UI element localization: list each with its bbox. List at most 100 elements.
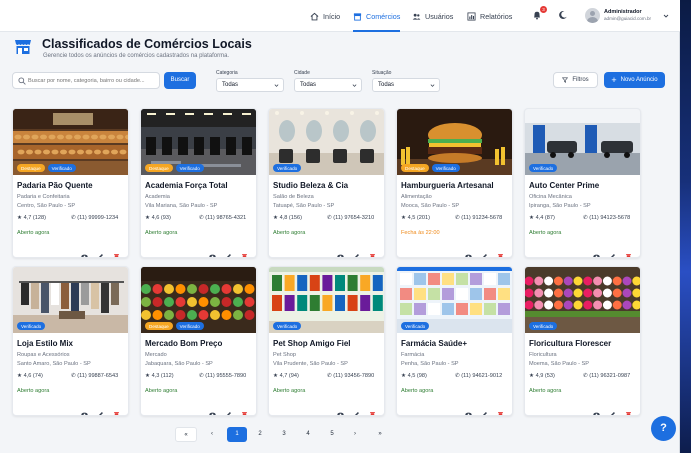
- listing-actions: [465, 247, 504, 257]
- edit-icon[interactable]: [353, 247, 360, 257]
- edit-icon[interactable]: [97, 405, 104, 415]
- trash-icon[interactable]: [369, 405, 376, 415]
- listing-card[interactable]: Verificado Farmácia Saúde+ Farmácia Penha, …: [396, 266, 513, 416]
- status-label: Situação: [372, 70, 392, 76]
- view-icon[interactable]: [81, 247, 88, 257]
- trash-icon[interactable]: [625, 405, 632, 415]
- pagination-page-2[interactable]: 2: [251, 427, 269, 442]
- view-icon[interactable]: [209, 405, 216, 415]
- listing-card[interactable]: Verificado Loja Estilo Mix Roupas e Acessó…: [12, 266, 129, 416]
- trash-icon[interactable]: [241, 405, 248, 415]
- city-select[interactable]: Todas: [294, 78, 362, 92]
- edit-icon[interactable]: [609, 247, 616, 257]
- listing-card[interactable]: Destaque Verificado Padaria Pão Quente Pada…: [12, 108, 129, 258]
- listing-category: Floricultura: [529, 352, 557, 358]
- listing-name[interactable]: Hamburgueria Artesanal: [401, 181, 494, 190]
- listing-location: Ipiranga, São Paulo - SP: [529, 203, 591, 209]
- pagination-last[interactable]: »: [369, 427, 391, 442]
- listing-phone-value: (11) 94123-5678: [589, 215, 631, 221]
- new-listing-button[interactable]: + Novo Anúncio: [604, 72, 665, 88]
- trash-icon[interactable]: [497, 247, 504, 257]
- verified-badge: Verificado: [17, 322, 46, 330]
- nav-comercios[interactable]: Comércios: [353, 9, 401, 32]
- nav-relatorios[interactable]: Relatórios: [467, 9, 512, 23]
- search-button[interactable]: Buscar: [164, 72, 196, 89]
- edit-icon[interactable]: [353, 405, 360, 415]
- trash-icon[interactable]: [497, 405, 504, 415]
- view-icon[interactable]: [593, 405, 600, 415]
- edit-icon[interactable]: [481, 405, 488, 415]
- listing-name[interactable]: Pet Shop Amigo Fiel: [273, 339, 350, 348]
- nav-relatorios-label: Relatórios: [480, 11, 513, 21]
- listing-name[interactable]: Academia Força Total: [145, 181, 228, 190]
- listing-location: Centro, São Paulo - SP: [17, 203, 76, 209]
- status-select[interactable]: Todas: [372, 78, 440, 92]
- listing-card[interactable]: Destaque Verificado Academia Força Total Ac…: [140, 108, 257, 258]
- pagination-page-4[interactable]: 4: [299, 427, 317, 442]
- phone-icon: ✆: [199, 215, 204, 221]
- listing-card[interactable]: Verificado Auto Center Prime Oficina Mecân…: [524, 108, 641, 258]
- listing-status: Aberto agora: [145, 388, 178, 394]
- listing-badges: Verificado: [529, 164, 558, 172]
- nav-inicio[interactable]: Início: [310, 9, 340, 23]
- listing-card[interactable]: Destaque Verificado Hamburgueria Artesanal…: [396, 108, 513, 258]
- trash-icon[interactable]: [369, 247, 376, 257]
- trash-icon[interactable]: [113, 405, 120, 415]
- view-icon[interactable]: [209, 247, 216, 257]
- trash-icon[interactable]: [241, 247, 248, 257]
- edit-icon[interactable]: [225, 405, 232, 415]
- view-icon[interactable]: [465, 247, 472, 257]
- nav-inicio-label: Início: [323, 11, 341, 21]
- pagination-page-5[interactable]: 5: [323, 427, 341, 442]
- listing-name[interactable]: Padaria Pão Quente: [17, 181, 93, 190]
- trash-icon[interactable]: [113, 247, 120, 257]
- pagination-next[interactable]: ›: [345, 427, 365, 442]
- trash-icon[interactable]: [625, 247, 632, 257]
- listing-name[interactable]: Floricultura Florescer: [529, 339, 611, 348]
- star-icon: ★: [273, 373, 279, 379]
- listing-location: Vila Mariana, São Paulo - SP: [145, 203, 218, 209]
- view-icon[interactable]: [465, 405, 472, 415]
- city-label: Cidade: [294, 70, 310, 76]
- avatar[interactable]: [585, 8, 600, 23]
- listing-category: Pet Shop: [273, 352, 297, 358]
- view-icon[interactable]: [337, 247, 344, 257]
- listing-status: Aberto agora: [17, 230, 50, 236]
- listing-card[interactable]: Verificado Studio Beleza & Cia Salão de Be…: [268, 108, 385, 258]
- pagination-page-3[interactable]: 3: [275, 427, 293, 442]
- edit-icon[interactable]: [609, 405, 616, 415]
- pagination-page-1[interactable]: 1: [227, 427, 247, 442]
- edit-icon[interactable]: [97, 247, 104, 257]
- page-title: Classificados de Comércios Locais: [42, 37, 252, 51]
- listing-card[interactable]: Verificado Pet Shop Amigo Fiel Pet Shop Vil…: [268, 266, 385, 416]
- listing-name[interactable]: Farmácia Saúde+: [401, 339, 467, 348]
- listing-card[interactable]: Destaque Verificado Mercado Bom Preço Merca…: [140, 266, 257, 416]
- search-input[interactable]: [28, 75, 158, 87]
- pagination-first[interactable]: «: [175, 427, 197, 442]
- listing-badges: Verificado: [17, 322, 46, 330]
- featured-badge: Destaque: [17, 164, 45, 172]
- view-icon[interactable]: [81, 405, 88, 415]
- listing-rating: ★ 4,4 (87): [529, 215, 555, 221]
- listing-card[interactable]: Verificado Floricultura Florescer Floricul…: [524, 266, 641, 416]
- desktop-edge: [680, 0, 691, 453]
- view-icon[interactable]: [337, 405, 344, 415]
- category-select[interactable]: Todas: [216, 78, 284, 92]
- filters-button[interactable]: Filtros: [553, 72, 598, 88]
- listing-status: Aberto agora: [529, 230, 562, 236]
- listing-name[interactable]: Studio Beleza & Cia: [273, 181, 348, 190]
- help-button[interactable]: ?: [651, 416, 676, 441]
- listing-name[interactable]: Mercado Bom Preço: [145, 339, 222, 348]
- view-icon[interactable]: [593, 247, 600, 257]
- edit-icon[interactable]: [481, 247, 488, 257]
- listing-name[interactable]: Auto Center Prime: [529, 181, 599, 190]
- verified-badge: Verificado: [529, 164, 558, 172]
- listing-badges: Verificado: [273, 322, 302, 330]
- pagination-prev[interactable]: ‹: [203, 427, 221, 442]
- listing-name[interactable]: Loja Estilo Mix: [17, 339, 73, 348]
- moon-icon[interactable]: [558, 10, 568, 20]
- edit-icon[interactable]: [225, 247, 232, 257]
- star-icon: ★: [529, 373, 535, 379]
- chevron-down-icon[interactable]: [663, 13, 669, 19]
- nav-usuarios[interactable]: Usuários: [412, 9, 453, 23]
